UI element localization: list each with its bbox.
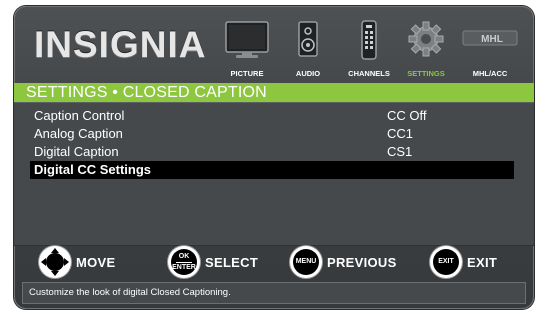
mhl-logo-icon: MHL <box>462 30 518 51</box>
help-text: Customize the look of digital Closed Cap… <box>22 282 526 304</box>
gear-icon <box>407 20 445 65</box>
exit-button-icon: EXIT <box>430 246 462 278</box>
button-legend: MOVE OK ENTER SELECT MENU PREVIOUS EXIT … <box>14 244 534 280</box>
tab-audio[interactable]: AUDIO <box>290 14 326 80</box>
ok-label: OK <box>178 252 190 260</box>
menu-list: Caption Control CC Off Analog Caption CC… <box>14 102 534 246</box>
legend-move[interactable]: MOVE <box>39 246 115 278</box>
enter-label: ENTER <box>172 263 196 271</box>
menu-item-value: CC1 <box>387 126 414 141</box>
menu-item-label: Caption Control <box>34 108 125 123</box>
ok-enter-button-icon: OK ENTER <box>168 246 200 278</box>
legend-select-label: SELECT <box>205 254 259 270</box>
legend-previous[interactable]: MENU PREVIOUS <box>290 246 397 278</box>
tab-mhl-acc-label: MHL/ACC <box>472 69 508 78</box>
menu-button-label: MENU <box>293 249 319 275</box>
menu-button-icon: MENU <box>290 246 322 278</box>
menu-item-label: Digital Caption <box>34 144 119 159</box>
menu-item-caption-control[interactable]: Caption Control CC Off <box>30 107 514 125</box>
tv-icon <box>224 20 270 65</box>
tv-menu-frame: INSIGNIA PICTURE AUDIO CHANNELS SETTINGS… <box>14 6 534 309</box>
legend-move-label: MOVE <box>76 254 116 270</box>
speaker-icon <box>297 20 319 65</box>
legend-exit[interactable]: EXIT EXIT <box>430 246 497 278</box>
tab-picture-label: PICTURE <box>230 69 264 78</box>
tab-mhl-acc[interactable]: MHL MHL/ACC <box>460 14 520 80</box>
legend-select[interactable]: OK ENTER SELECT <box>168 246 258 278</box>
top-tabs: PICTURE AUDIO CHANNELS SETTINGS MHL MHL/… <box>220 14 520 80</box>
tab-settings-label: SETTINGS <box>407 69 445 78</box>
mhl-logo-text: MHL <box>481 34 503 45</box>
menu-item-value: CC Off <box>387 108 427 123</box>
page-title: SETTINGS • CLOSED CAPTION <box>14 83 534 102</box>
tab-channels[interactable]: CHANNELS <box>344 14 394 80</box>
legend-previous-label: PREVIOUS <box>327 254 397 270</box>
menu-item-analog-caption[interactable]: Analog Caption CC1 <box>30 125 514 143</box>
menu-item-label: Analog Caption <box>34 126 123 141</box>
brand-logo: INSIGNIA <box>34 24 207 65</box>
tab-picture[interactable]: PICTURE <box>220 14 274 80</box>
tab-settings[interactable]: SETTINGS <box>404 14 448 80</box>
tab-audio-label: AUDIO <box>295 69 321 78</box>
legend-exit-label: EXIT <box>467 254 498 270</box>
menu-item-label: Digital CC Settings <box>34 162 152 177</box>
exit-button-label: EXIT <box>433 249 459 275</box>
dpad-icon <box>39 246 71 278</box>
menu-item-digital-caption[interactable]: Digital Caption CS1 <box>30 143 514 161</box>
menu-item-digital-cc-settings[interactable]: Digital CC Settings <box>30 161 514 179</box>
menu-item-value: CS1 <box>387 144 413 159</box>
tab-channels-label: CHANNELS <box>348 69 390 78</box>
remote-icon <box>358 20 380 67</box>
